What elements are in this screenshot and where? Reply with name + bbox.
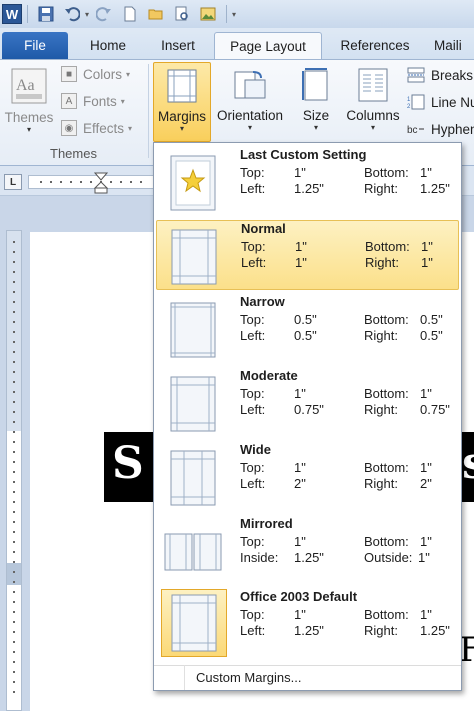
vertical-ruler-ticks [13,241,15,701]
chevron-down-icon: ▾ [247,123,252,132]
effects-button[interactable]: ◉ Effects ▾ [61,120,132,136]
size-icon [301,68,331,105]
tab-selector-icon[interactable]: L [4,174,22,190]
new-document-icon[interactable] [121,5,139,23]
fonts-icon: A [61,93,77,109]
print-preview-icon[interactable] [173,5,191,23]
group-separator [148,64,149,158]
vertical-ruler [6,230,22,711]
margins-icon [167,69,197,106]
margin-option-normal[interactable]: Normal Top: 1" Bottom: 1" Left: 1" Right… [156,220,459,290]
toolbar-separator [27,5,28,23]
chevron-down-icon: ▾ [128,123,133,133]
margin-option-moderate[interactable]: Moderate Top: 1" Bottom: 1" Left: 0.75" … [156,368,459,438]
svg-text:Aa: Aa [16,77,35,94]
themes-label: Themes [4,110,54,125]
line-numbers-label: Line Nu [431,94,474,110]
quick-access-toolbar: W ▾ ▾ [0,0,474,28]
line-numbers-button[interactable]: 12 Line Nu [406,94,474,110]
columns-icon [358,68,388,105]
document-heading-text-right: s [462,438,474,489]
size-label: Size [302,108,330,123]
size-button[interactable]: Size ▾ [296,62,336,132]
chevron-down-icon: ▾ [120,96,125,106]
svg-text:2: 2 [407,104,411,110]
colors-button[interactable]: ■ Colors ▾ [61,66,130,82]
orientation-label: Orientation [216,108,284,123]
undo-dropdown-icon[interactable]: ▾ [85,10,89,19]
margin-option-title: Narrow [240,294,285,309]
tab-references[interactable]: References [330,32,420,59]
indent-marker-icon[interactable] [93,172,109,194]
customize-toolbar-icon[interactable]: ▾ [232,10,236,19]
margin-option-mirrored[interactable]: Mirrored Top: 1" Bottom: 1" Inside: 1.25… [156,516,459,586]
margin-option-office-2003[interactable]: Office 2003 Default Top: 1" Bottom: 1" L… [156,589,459,659]
tab-home[interactable]: Home [76,32,140,59]
fonts-label: Fonts [83,93,117,109]
margins-label: Margins [157,109,206,124]
margin-option-last-custom[interactable]: Last Custom Setting Top: 1" Bottom: 1" L… [156,147,459,217]
margin-option-wide[interactable]: Wide Top: 1" Bottom: 1" Left: 2" Right: … [156,442,459,512]
colors-icon: ■ [61,66,77,82]
document-heading-text-left: S [112,438,144,489]
effects-label: Effects [83,120,125,136]
themes-group-label: Themes [50,146,97,161]
custom-margins-label: Custom Margins... [196,670,302,685]
picture-icon[interactable] [199,5,217,23]
tab-insert[interactable]: Insert [146,32,210,59]
themes-button[interactable]: Aa Themes ▾ [4,62,54,134]
hyphenation-icon: bc [406,121,426,137]
menu-gutter [184,665,185,690]
chevron-down-icon: ▾ [26,125,31,134]
margin-option-title: Normal [241,221,286,236]
effects-icon: ◉ [61,120,77,136]
star-icon [170,155,216,211]
columns-label: Columns [346,108,400,123]
margin-option-title: Office 2003 Default [240,589,358,604]
chevron-down-icon: ▾ [179,124,184,133]
chevron-down-icon: ▾ [313,123,318,132]
line-numbers-icon: 12 [406,94,426,110]
hyphenation-button[interactable]: bc Hyphen [406,121,474,137]
ribbon-tabs: File Home Insert Page Layout References … [0,28,474,59]
margin-option-title: Last Custom Setting [240,147,367,162]
page-narrow-icon [170,302,216,358]
tab-mailings[interactable]: Maili [434,32,474,59]
margin-option-narrow[interactable]: Narrow Top: 0.5" Bottom: 0.5" Left: 0.5"… [156,294,459,364]
page-wide-icon [170,450,216,506]
columns-button[interactable]: Columns ▾ [343,62,403,132]
open-folder-icon[interactable] [147,5,165,23]
fonts-button[interactable]: A Fonts ▾ [61,93,125,109]
chevron-down-icon: ▾ [370,123,375,132]
tab-page-layout[interactable]: Page Layout [214,32,322,59]
margins-button[interactable]: Margins ▾ [153,62,211,142]
page-moderate-icon [170,376,216,432]
orientation-icon [233,68,267,105]
margins-dropdown-menu: Last Custom Setting Top: 1" Bottom: 1" L… [153,142,462,691]
themes-icon: Aa [11,68,47,107]
word-logo-icon[interactable]: W [2,4,22,24]
margin-option-title: Moderate [240,368,298,383]
breaks-button[interactable]: Breaks [406,67,473,83]
orientation-button[interactable]: Orientation ▾ [212,62,288,132]
page-normal-icon [171,229,217,285]
margin-option-title: Wide [240,442,271,457]
breaks-icon [406,67,426,83]
breaks-label: Breaks [431,67,474,83]
margin-option-title: Mirrored [240,516,293,531]
custom-margins-item[interactable]: Custom Margins... [154,665,461,690]
save-icon[interactable] [37,5,55,23]
svg-text:bc: bc [407,125,418,136]
hyphenation-label: Hyphen [431,121,474,137]
redo-icon[interactable] [95,5,113,23]
tab-file[interactable]: File [2,32,68,59]
svg-text:1: 1 [407,97,411,103]
page-mirrored-icon [164,524,222,580]
chevron-down-icon: ▾ [126,69,131,79]
undo-icon[interactable] [63,5,81,23]
page-office2003-icon [161,589,227,657]
colors-label: Colors [83,66,123,82]
toolbar-separator [226,5,228,23]
